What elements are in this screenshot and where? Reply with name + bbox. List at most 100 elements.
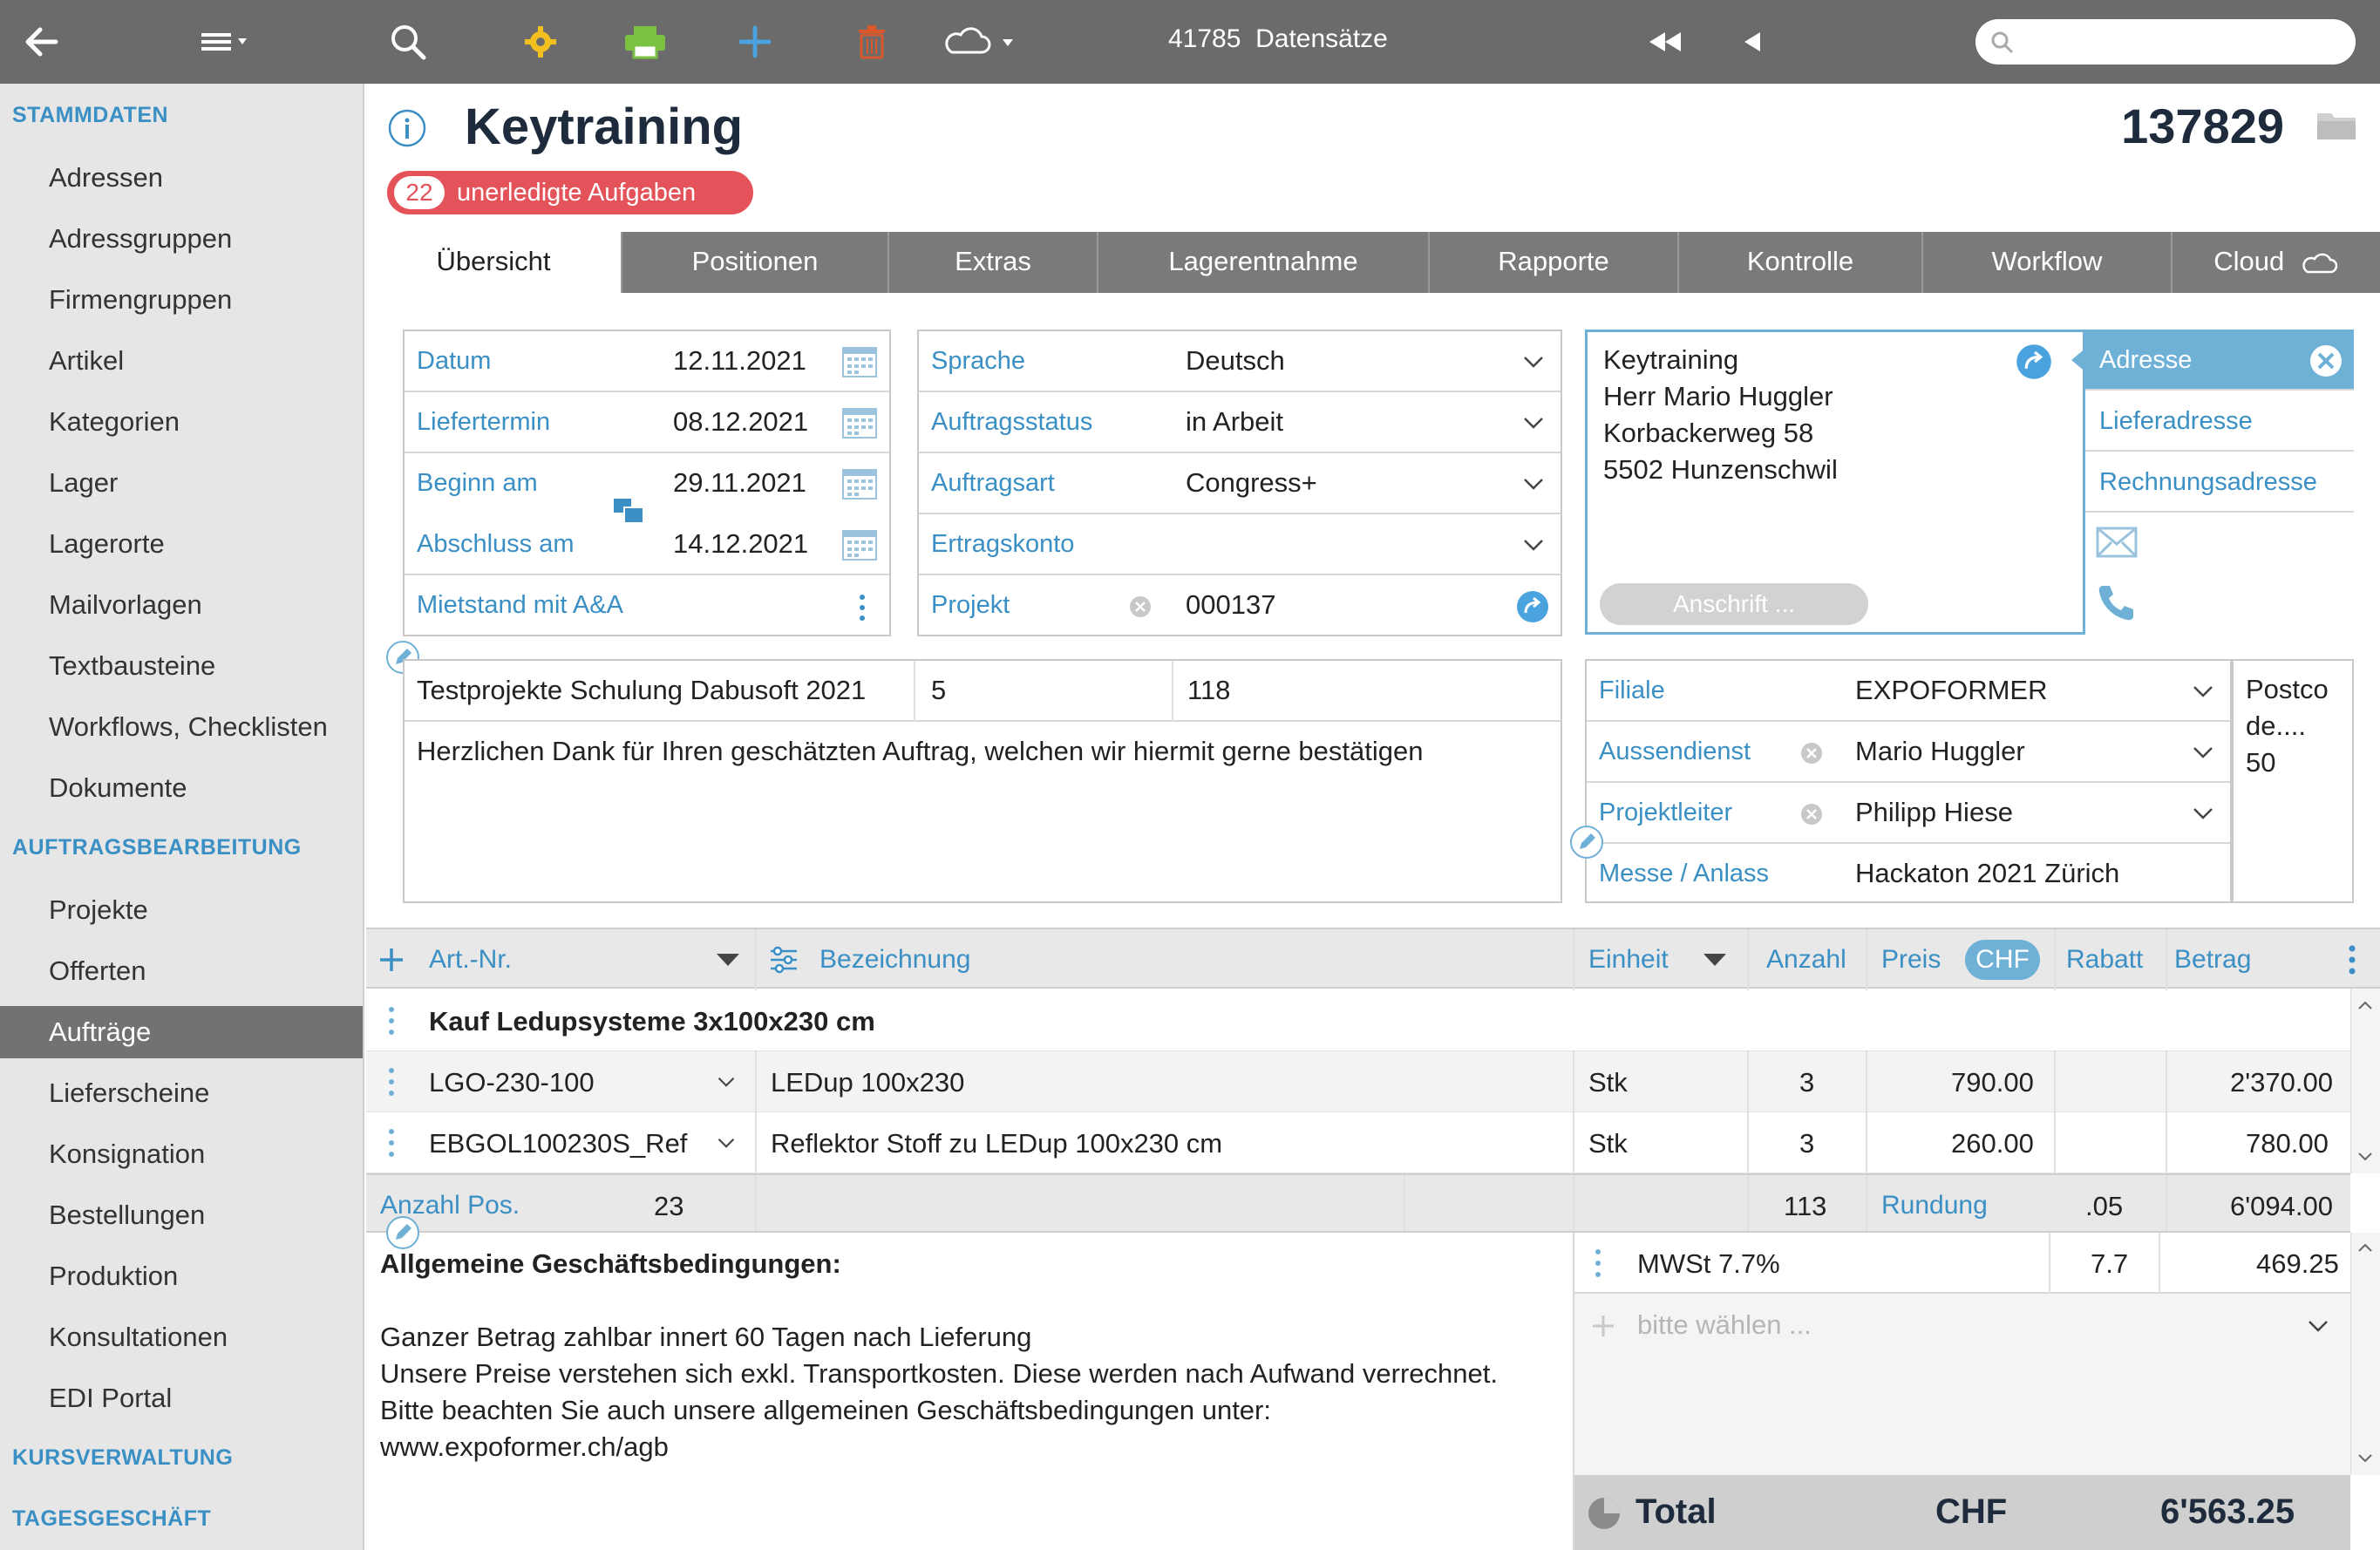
clear-icon[interactable] [1128, 595, 1153, 619]
goto-project-icon[interactable] [1515, 589, 1550, 624]
sidebar-section-auftragsbearbeitung[interactable]: AUFTRAGSBEARBEITUNG [12, 835, 302, 860]
sidebar-item-artikel[interactable]: Artikel [0, 335, 363, 387]
goto-address-icon[interactable] [2015, 343, 2053, 381]
back-arrow-icon[interactable] [16, 16, 68, 68]
order-status-select[interactable]: Auftragsstatus in Arbeit [919, 392, 1561, 453]
sidebar-item-offerten[interactable]: Offerten [0, 945, 363, 997]
previous-record-icon[interactable] [1726, 16, 1778, 68]
tab-rapporte[interactable]: Rapporte [1428, 232, 1677, 293]
sidebar-item-auftraege[interactable]: Aufträge [0, 1006, 363, 1058]
row-handle-icon[interactable] [1594, 1247, 1602, 1280]
sidebar-item-konsignation[interactable]: Konsignation [0, 1128, 363, 1180]
tab-uebersicht[interactable]: Übersicht [366, 232, 621, 293]
project-lead-select[interactable]: Projektleiter Philipp Hiese [1587, 783, 2230, 844]
group-row[interactable]: Kauf Ledupsysteme 3x100x230 cm [366, 990, 2350, 1051]
gear-icon[interactable] [514, 16, 567, 68]
sidebar-section-stammdaten[interactable]: STAMMDATEN [12, 103, 168, 128]
tab-lagerentnahme[interactable]: Lagerentnahme [1097, 232, 1428, 293]
project-number-1[interactable]: 5 [931, 675, 946, 706]
sidebar-item-workflows[interactable]: Workflows, Checklisten [0, 701, 363, 753]
terms-link[interactable]: www.expoformer.ch/agb [380, 1431, 669, 1463]
field-sales-select[interactable]: Aussendienst Mario Huggler [1587, 722, 2230, 783]
col-preis[interactable]: Preis [1881, 945, 1941, 975]
sidebar-item-lieferscheine[interactable]: Lieferscheine [0, 1067, 363, 1119]
tab-extras[interactable]: Extras [887, 232, 1097, 293]
col-betrag[interactable]: Betrag [2174, 945, 2251, 975]
delivery-date-value[interactable]: 08.12.2021 [673, 406, 808, 438]
rounding-label[interactable]: Rundung [1881, 1191, 1988, 1220]
date-value[interactable]: 12.11.2021 [673, 345, 806, 377]
clear-icon[interactable] [1799, 741, 1824, 765]
sidebar-item-lager[interactable]: Lager [0, 457, 363, 509]
order-type-select[interactable]: Auftragsart Congress+ [919, 453, 1561, 514]
tab-cloud[interactable]: Cloud [2171, 232, 2380, 293]
sidebar-item-adressgruppen[interactable]: Adressgruppen [0, 213, 363, 265]
column-options-icon[interactable] [2347, 943, 2357, 976]
start-date-value[interactable]: 29.11.2021 [673, 467, 806, 499]
close-icon[interactable] [2309, 343, 2343, 378]
tab-workflow[interactable]: Workflow [1921, 232, 2171, 293]
clear-icon[interactable] [1799, 802, 1824, 826]
sidebar-item-adressen[interactable]: Adressen [0, 152, 363, 204]
edit-staff-icon[interactable] [1569, 825, 1604, 860]
info-icon[interactable] [387, 108, 427, 148]
more-vertical-icon[interactable] [858, 593, 867, 622]
mail-icon[interactable] [2096, 527, 2138, 558]
sidebar-item-firmengruppen[interactable]: Firmengruppen [0, 274, 363, 326]
end-date-value[interactable]: 14.12.2021 [673, 528, 808, 560]
address-tab-adresse[interactable]: Adresse [2085, 330, 2354, 391]
address-tab-rechnungsadresse[interactable]: Rechnungsadresse [2085, 452, 2354, 513]
sidebar-item-konsultationen[interactable]: Konsultationen [0, 1311, 363, 1363]
sort-down-icon[interactable] [1702, 950, 1728, 968]
sidebar-item-mailvorlagen[interactable]: Mailvorlagen [0, 579, 363, 631]
list-menu-icon[interactable] [192, 16, 262, 68]
sidebar-item-lagerorte[interactable]: Lagerorte [0, 518, 363, 570]
project-name[interactable]: Testprojekte Schulung Dabusoft 2021 [417, 675, 866, 706]
calendar-icon[interactable] [842, 467, 877, 500]
col-artnr[interactable]: Art.-Nr. [429, 945, 512, 975]
col-einheit[interactable]: Einheit [1588, 945, 1669, 975]
pie-chart-icon[interactable] [1587, 1496, 1622, 1531]
table-row[interactable]: LGO-230-100 LEDup 100x230 Stk 3 790.00 2… [366, 1051, 2350, 1112]
row-handle-icon[interactable] [387, 1126, 396, 1159]
anschrift-button[interactable]: Anschrift ... [1600, 583, 1868, 625]
phone-icon[interactable] [2096, 582, 2136, 622]
revenue-account-select[interactable]: Ertragskonto [919, 514, 1561, 575]
intro-text[interactable]: Herzlichen Dank für Ihren geschätzten Au… [417, 736, 1424, 767]
language-select[interactable]: Sprache Deutsch [919, 331, 1561, 392]
filter-sliders-icon[interactable] [769, 945, 799, 975]
project-number-2[interactable]: 118 [1187, 675, 1230, 706]
sidebar-item-dokumente[interactable]: Dokumente [0, 762, 363, 814]
address-tab-lieferadresse[interactable]: Lieferadresse [2085, 391, 2354, 452]
chevron-down-icon[interactable] [715, 1072, 738, 1091]
sidebar-item-projekte[interactable]: Projekte [0, 884, 363, 936]
tab-positionen[interactable]: Positionen [621, 232, 887, 293]
scroll-down-icon[interactable] [2355, 1447, 2376, 1468]
calendar-icon[interactable] [842, 528, 877, 561]
sidebar-section-tagesgeschaeft[interactable]: TAGESGESCHÄFT [12, 1506, 211, 1532]
cloud-icon[interactable] [940, 16, 1027, 68]
col-rabatt[interactable]: Rabatt [2066, 945, 2143, 975]
chevron-down-icon[interactable] [715, 1133, 738, 1152]
positions-scrollbar[interactable] [2350, 989, 2380, 1173]
project-value[interactable]: 000137 [1186, 589, 1275, 621]
sidebar-item-produktion[interactable]: Produktion [0, 1250, 363, 1302]
mietstand-row[interactable]: Mietstand mit A&A [405, 575, 889, 636]
row-handle-icon[interactable] [387, 1004, 396, 1037]
tab-kontrolle[interactable]: Kontrolle [1677, 232, 1921, 293]
trash-icon[interactable] [846, 16, 898, 68]
folder-icon[interactable] [2315, 108, 2357, 143]
branch-select[interactable]: Filiale EXPOFORMER [1587, 661, 2230, 722]
event-value[interactable]: Hackaton 2021 Zürich [1855, 858, 2119, 889]
sidebar-item-edi-portal[interactable]: EDI Portal [0, 1372, 363, 1424]
add-icon[interactable] [729, 16, 781, 68]
add-position-icon[interactable] [378, 947, 405, 973]
currency-toggle[interactable]: CHF [1965, 940, 2040, 980]
sidebar-item-bestellungen[interactable]: Bestellungen [0, 1189, 363, 1241]
scroll-down-icon[interactable] [2355, 1146, 2376, 1166]
sidebar-section-kursverwaltung[interactable]: KURSVERWALTUNG [12, 1445, 233, 1471]
sidebar-item-textbausteine[interactable]: Textbausteine [0, 640, 363, 692]
edit-terms-icon[interactable] [385, 1215, 420, 1250]
tax-scrollbar[interactable] [2350, 1233, 2380, 1475]
tax-select-placeholder[interactable]: bitte wählen ... [1637, 1309, 1812, 1341]
